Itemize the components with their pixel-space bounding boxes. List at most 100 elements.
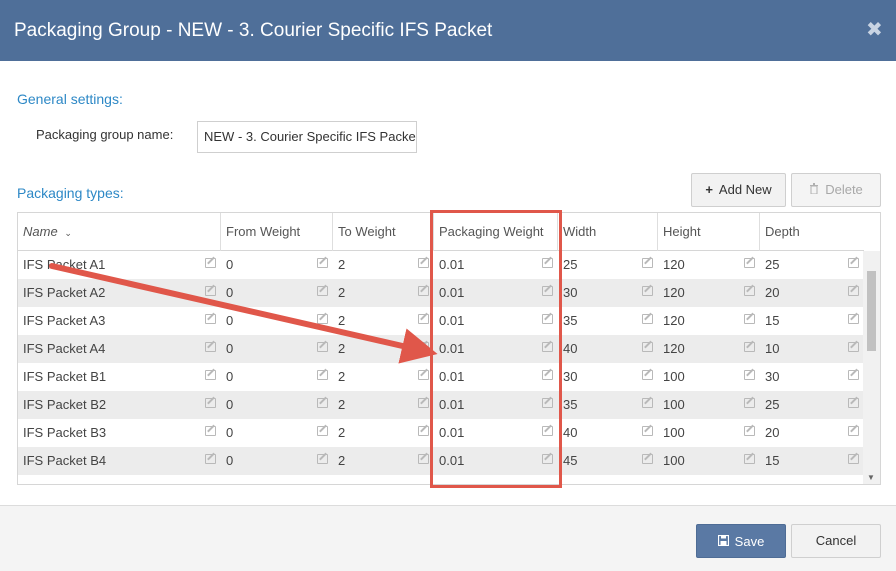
edit-icon[interactable] — [744, 314, 755, 324]
edit-icon[interactable] — [542, 314, 553, 324]
edit-icon[interactable] — [642, 426, 653, 436]
cell-name[interactable]: IFS Packet A1 — [18, 251, 221, 279]
cell-name[interactable]: IFS Packet A3 — [18, 307, 221, 335]
column-header-width[interactable]: Width — [558, 213, 658, 251]
table-row[interactable]: IFS Packet A4 0 2 0.01 40 120 10 — [18, 335, 864, 363]
edit-icon[interactable] — [542, 286, 553, 296]
scrollbar-thumb[interactable] — [867, 271, 876, 351]
column-header-name[interactable]: Name ⌄ — [18, 213, 221, 251]
cell-packaging-weight[interactable]: 0.01 — [434, 335, 558, 363]
cell-name[interactable]: IFS Packet B1 — [18, 363, 221, 391]
edit-icon[interactable] — [205, 286, 216, 296]
edit-icon[interactable] — [418, 314, 429, 324]
cell-packaging-weight[interactable]: 0.01 — [434, 419, 558, 447]
cell-packaging-weight[interactable]: 0.01 — [434, 279, 558, 307]
table-row[interactable]: IFS Packet B2 0 2 0.01 35 100 25 — [18, 391, 864, 419]
edit-icon[interactable] — [744, 342, 755, 352]
edit-icon[interactable] — [542, 370, 553, 380]
edit-icon[interactable] — [744, 398, 755, 408]
cell-packaging-weight[interactable]: 0.01 — [434, 363, 558, 391]
add-new-button[interactable]: + Add New — [691, 173, 786, 207]
edit-icon[interactable] — [418, 370, 429, 380]
edit-icon[interactable] — [642, 314, 653, 324]
edit-icon[interactable] — [848, 314, 859, 324]
cell-packaging-weight[interactable]: 0.01 — [434, 391, 558, 419]
cell-name[interactable]: IFS Packet B2 — [18, 391, 221, 419]
edit-icon[interactable] — [542, 454, 553, 464]
edit-icon[interactable] — [317, 398, 328, 408]
edit-icon[interactable] — [744, 454, 755, 464]
edit-icon[interactable] — [744, 426, 755, 436]
cell-packaging-weight[interactable]: 0.01 — [434, 307, 558, 335]
edit-icon[interactable] — [418, 286, 429, 296]
table-row[interactable]: IFS Packet B1 0 2 0.01 30 100 30 — [18, 363, 864, 391]
edit-icon[interactable] — [542, 342, 553, 352]
column-header-packaging-weight[interactable]: Packaging Weight — [434, 213, 558, 251]
edit-icon[interactable] — [848, 426, 859, 436]
edit-icon[interactable] — [317, 286, 328, 296]
edit-icon[interactable] — [642, 454, 653, 464]
edit-icon[interactable] — [542, 398, 553, 408]
edit-icon[interactable] — [205, 258, 216, 268]
cell-packaging-weight[interactable]: 0.01 — [434, 447, 558, 475]
edit-icon[interactable] — [848, 370, 859, 380]
save-button[interactable]: Save — [696, 524, 786, 558]
edit-icon[interactable] — [744, 258, 755, 268]
edit-icon[interactable] — [205, 454, 216, 464]
edit-icon[interactable] — [317, 342, 328, 352]
edit-icon[interactable] — [317, 426, 328, 436]
edit-icon[interactable] — [205, 370, 216, 380]
edit-icon[interactable] — [848, 454, 859, 464]
plus-icon: + — [705, 182, 713, 197]
packaging-types-table: Name ⌄ From Weight To Weight Packaging W… — [17, 212, 881, 485]
edit-icon[interactable] — [317, 454, 328, 464]
edit-icon[interactable] — [418, 258, 429, 268]
cell-name[interactable]: IFS Packet A2 — [18, 279, 221, 307]
edit-icon[interactable] — [848, 398, 859, 408]
column-header-height[interactable]: Height — [658, 213, 760, 251]
edit-icon[interactable] — [205, 398, 216, 408]
table-row[interactable]: IFS Packet B3 0 2 0.01 40 100 20 — [18, 419, 864, 447]
edit-icon[interactable] — [317, 258, 328, 268]
packaging-types-heading: Packaging types: — [17, 185, 124, 201]
edit-icon[interactable] — [642, 286, 653, 296]
edit-icon[interactable] — [418, 398, 429, 408]
scroll-down-icon[interactable]: ▼ — [867, 473, 875, 482]
column-header-depth[interactable]: Depth — [760, 213, 864, 251]
edit-icon[interactable] — [848, 258, 859, 268]
table-row[interactable]: IFS Packet A3 0 2 0.01 35 120 15 — [18, 307, 864, 335]
table-scrollbar[interactable]: ▼ — [863, 251, 880, 484]
table-row[interactable]: IFS Packet A1 0 2 0.01 25 120 25 — [18, 251, 864, 279]
edit-icon[interactable] — [642, 342, 653, 352]
edit-icon[interactable] — [418, 426, 429, 436]
cancel-button[interactable]: Cancel — [791, 524, 881, 558]
edit-icon[interactable] — [418, 454, 429, 464]
edit-icon[interactable] — [317, 314, 328, 324]
edit-icon[interactable] — [542, 258, 553, 268]
table-row[interactable]: IFS Packet A2 0 2 0.01 30 120 20 — [18, 279, 864, 307]
edit-icon[interactable] — [205, 426, 216, 436]
table-row[interactable]: IFS Packet B4 0 2 0.01 45 100 15 — [18, 447, 864, 475]
column-header-from-weight[interactable]: From Weight — [221, 213, 333, 251]
edit-icon[interactable] — [848, 342, 859, 352]
edit-icon[interactable] — [744, 370, 755, 380]
edit-icon[interactable] — [848, 286, 859, 296]
cell-name[interactable]: IFS Packet B3 — [18, 419, 221, 447]
edit-icon[interactable] — [418, 342, 429, 352]
packaging-group-name-input[interactable]: NEW - 3. Courier Specific IFS Packe — [197, 121, 417, 153]
edit-icon[interactable] — [642, 398, 653, 408]
edit-icon[interactable] — [542, 426, 553, 436]
delete-label: Delete — [825, 182, 863, 197]
edit-icon[interactable] — [642, 258, 653, 268]
edit-icon[interactable] — [317, 370, 328, 380]
edit-icon[interactable] — [205, 314, 216, 324]
edit-icon[interactable] — [205, 342, 216, 352]
cell-packaging-weight[interactable]: 0.01 — [434, 251, 558, 279]
close-icon[interactable]: ✖ — [866, 19, 883, 41]
column-header-to-weight[interactable]: To Weight — [333, 213, 434, 251]
edit-icon[interactable] — [744, 286, 755, 296]
edit-icon[interactable] — [642, 370, 653, 380]
cell-name[interactable]: IFS Packet A4 — [18, 335, 221, 363]
cell-name[interactable]: IFS Packet B4 — [18, 447, 221, 475]
delete-button[interactable]: Delete — [791, 173, 881, 207]
